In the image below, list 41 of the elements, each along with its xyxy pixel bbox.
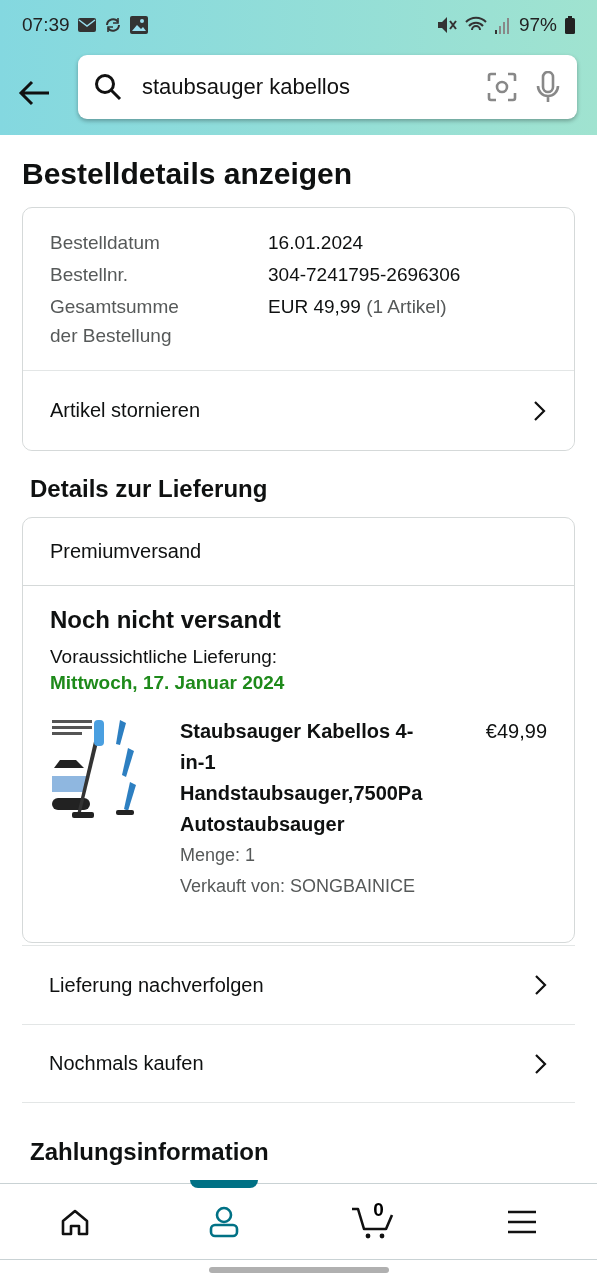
chevron-right-icon xyxy=(533,1052,547,1075)
camera-scan-icon[interactable] xyxy=(487,71,517,102)
section-heading: Details zur Lieferung xyxy=(30,475,269,503)
quantity: Menge: 1 xyxy=(180,844,257,867)
section-heading: Zahlungsinformation xyxy=(30,1137,270,1167)
chevron-right-icon xyxy=(533,974,547,996)
field-label: Bestelldatum xyxy=(50,231,161,255)
shipment-status: Noch nicht versandt xyxy=(50,606,282,634)
image-icon xyxy=(129,16,148,34)
delivery-label: Voraussichtliche Lieferung: xyxy=(50,646,279,668)
cart-count: 0 xyxy=(373,1198,384,1221)
field-label: Gesamtsumme der Bestellung xyxy=(50,295,180,348)
battery-icon xyxy=(565,16,575,34)
field-label: Bestellnr. xyxy=(50,263,130,287)
menu-icon xyxy=(507,1209,538,1234)
battery-percent: 97% xyxy=(518,14,557,36)
field-value: 16.01.2024 xyxy=(268,232,364,253)
back-arrow-icon[interactable] xyxy=(18,79,50,106)
chevron-right-icon xyxy=(532,399,546,422)
action-row[interactable]: Nochmals kaufen xyxy=(22,1024,575,1103)
search-field[interactable]: staubsauger kabellos xyxy=(78,54,577,119)
signal-icon xyxy=(494,16,511,34)
mail-icon xyxy=(77,18,96,32)
sync-icon xyxy=(103,16,122,34)
product-price: €49,99 xyxy=(485,719,547,744)
cancel-items-row[interactable]: Artikel stornieren xyxy=(23,370,574,450)
microphone-icon[interactable] xyxy=(535,70,561,103)
field-value: 304-7241795-2696306 xyxy=(268,264,461,285)
seller: Verkauft von: SONGBAINICE xyxy=(180,875,417,898)
item-count: (1 Artikel) xyxy=(366,296,447,317)
search-icon xyxy=(94,72,122,101)
field-value: EUR 49,99 xyxy=(268,296,361,317)
shipping-method: Premiumversand xyxy=(23,518,574,586)
delivery-date: Mittwoch, 17. Januar 2024 xyxy=(50,672,286,694)
nav-tab[interactable]: 0 xyxy=(298,1184,448,1259)
page-title: Bestelldetails anzeigen xyxy=(22,157,354,191)
clock: 07:39 xyxy=(22,14,70,36)
search-input[interactable]: staubsauger kabellos xyxy=(140,72,469,101)
mute-icon xyxy=(436,16,457,34)
person-icon xyxy=(207,1205,240,1238)
home-icon xyxy=(59,1207,90,1236)
